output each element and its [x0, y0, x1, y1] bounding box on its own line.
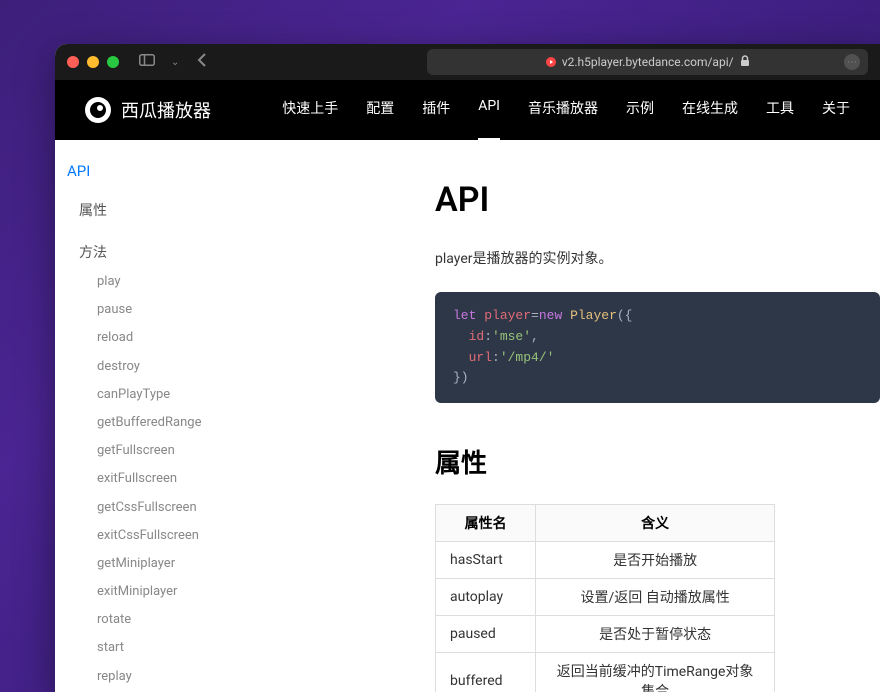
table-header-name: 属性名	[436, 505, 536, 542]
nav-plugin[interactable]: 插件	[422, 98, 450, 122]
close-button[interactable]	[67, 56, 79, 68]
url-text: v2.h5player.bytedance.com/api/	[546, 55, 750, 70]
page-menu-icon[interactable]: ⋯	[844, 54, 860, 70]
titlebar: ⌄ v2.h5player.bytedance.com/api/ ⋯	[55, 44, 880, 80]
top-navigation: 西瓜播放器 快速上手 配置 插件 API 音乐播放器 示例 在线生成 工具 关于	[55, 80, 880, 140]
main-content: API player是播放器的实例对象。 let player=new Play…	[265, 140, 880, 692]
nav-api[interactable]: API	[478, 98, 500, 122]
sidebar-item-replay[interactable]: replay	[67, 663, 253, 691]
chevron-down-icon[interactable]: ⌄	[171, 57, 179, 68]
sidebar-item-canplaytype[interactable]: canPlayType	[67, 381, 253, 409]
code-id: id	[469, 329, 485, 344]
sidebar-item-pause[interactable]: pause	[67, 296, 253, 324]
sidebar-toggle-icon[interactable]	[139, 54, 155, 70]
nav-tools[interactable]: 工具	[766, 98, 794, 122]
table-cell: 设置/返回 自动播放属性	[536, 579, 775, 616]
nav-music[interactable]: 音乐播放器	[528, 98, 598, 122]
code-player: player	[484, 308, 531, 323]
table-cell: 是否处于暂停状态	[536, 616, 775, 653]
traffic-lights	[67, 56, 119, 68]
sidebar-item-exitfullscreen[interactable]: exitFullscreen	[67, 465, 253, 493]
sidebar-item-play[interactable]: play	[67, 268, 253, 296]
sidebar-item-destroy[interactable]: destroy	[67, 353, 253, 381]
url-value: v2.h5player.bytedance.com/api/	[562, 55, 734, 69]
table-cell: 是否开始播放	[536, 542, 775, 579]
page-description: player是播放器的实例对象。	[435, 248, 880, 268]
table-row: autoplay 设置/返回 自动播放属性	[436, 579, 775, 616]
lock-icon	[740, 55, 750, 70]
section-title-attributes: 属性	[435, 443, 880, 480]
nav-config[interactable]: 配置	[366, 98, 394, 122]
logo-text: 西瓜播放器	[121, 97, 211, 123]
sidebar-item-getminiplayer[interactable]: getMiniplayer	[67, 550, 253, 578]
code-class: Player	[570, 308, 617, 323]
table-header-row: 属性名 含义	[436, 505, 775, 542]
sidebar-item-exitcssfullscreen[interactable]: exitCssFullscreen	[67, 522, 253, 550]
page-title: API	[435, 180, 880, 220]
sidebar-item-getfullscreen[interactable]: getFullscreen	[67, 437, 253, 465]
sidebar-title[interactable]: API	[67, 158, 253, 184]
minimize-button[interactable]	[87, 56, 99, 68]
sidebar-item-start[interactable]: start	[67, 634, 253, 662]
code-let: let	[453, 308, 476, 323]
nav-example[interactable]: 示例	[626, 98, 654, 122]
sidebar-item-rotate[interactable]: rotate	[67, 606, 253, 634]
sidebar: API 属性 方法 play pause reload destroy canP…	[55, 140, 265, 692]
content-area: API 属性 方法 play pause reload destroy canP…	[55, 140, 880, 692]
table-cell: hasStart	[436, 542, 536, 579]
sidebar-section-attributes[interactable]: 属性	[67, 194, 253, 226]
maximize-button[interactable]	[107, 56, 119, 68]
sidebar-section-methods[interactable]: 方法	[67, 236, 253, 268]
table-row: paused 是否处于暂停状态	[436, 616, 775, 653]
sidebar-item-getbufferedrange[interactable]: getBufferedRange	[67, 409, 253, 437]
table-cell: autoplay	[436, 579, 536, 616]
table-row: buffered 返回当前缓冲的TimeRange对象集合	[436, 653, 775, 692]
nav-items: 快速上手 配置 插件 API 音乐播放器 示例 在线生成 工具 关于	[282, 98, 850, 122]
code-block: let player=new Player({ id:'mse', url:'/…	[435, 292, 880, 403]
sidebar-item-exitminiplayer[interactable]: exitMiniplayer	[67, 578, 253, 606]
logo-icon	[85, 97, 111, 123]
back-button[interactable]	[197, 52, 207, 72]
code-val1: 'mse'	[492, 329, 531, 344]
properties-table: 属性名 含义 hasStart 是否开始播放 autoplay 设置/返回 自动…	[435, 504, 775, 692]
nav-quickstart[interactable]: 快速上手	[282, 98, 338, 122]
table-row: hasStart 是否开始播放	[436, 542, 775, 579]
table-header-meaning: 含义	[536, 505, 775, 542]
table-cell: 返回当前缓冲的TimeRange对象集合	[536, 653, 775, 692]
nav-online[interactable]: 在线生成	[682, 98, 738, 122]
table-cell: buffered	[436, 653, 536, 692]
table-cell: paused	[436, 616, 536, 653]
code-url: url	[469, 350, 492, 365]
browser-window: ⌄ v2.h5player.bytedance.com/api/ ⋯	[55, 44, 880, 692]
nav-about[interactable]: 关于	[822, 98, 850, 122]
sidebar-item-reload[interactable]: reload	[67, 324, 253, 352]
site-icon	[546, 57, 556, 67]
url-bar[interactable]: v2.h5player.bytedance.com/api/ ⋯	[427, 49, 868, 75]
logo[interactable]: 西瓜播放器	[85, 97, 211, 123]
code-new: new	[539, 308, 562, 323]
code-val2: '/mp4/'	[500, 350, 555, 365]
sidebar-item-getcssfullscreen[interactable]: getCssFullscreen	[67, 494, 253, 522]
